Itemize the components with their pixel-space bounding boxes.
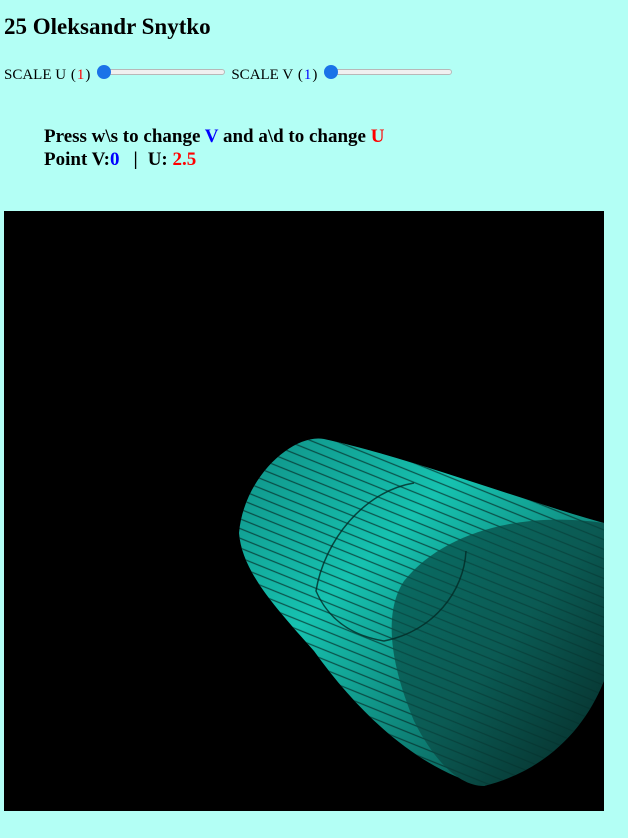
scale-v-slider-thumb[interactable] bbox=[324, 65, 339, 79]
point-u-label: U: bbox=[147, 149, 168, 170]
webgl-canvas[interactable] bbox=[4, 211, 604, 811]
scale-u-value: 1 bbox=[76, 66, 85, 83]
scale-v-value: 1 bbox=[303, 66, 312, 83]
scale-v-slider-track bbox=[324, 69, 453, 75]
u-key-label: U bbox=[370, 126, 385, 147]
scale-u-label: SCALE U bbox=[4, 66, 67, 83]
instructions-panel: Press w\s to change V and a\d to change … bbox=[44, 125, 384, 171]
instructions-line: Press w\s to change V and a\d to change … bbox=[44, 125, 384, 148]
scale-v-slider[interactable] bbox=[324, 63, 453, 81]
instructions-text-b: and a\d to change bbox=[218, 126, 371, 147]
page-title: 25 Oleksandr Snytko bbox=[4, 14, 211, 39]
point-v-value: 0 bbox=[110, 149, 120, 170]
scale-v-control: SCALE V (1) bbox=[231, 63, 453, 84]
point-v-label: Point V: bbox=[44, 149, 110, 170]
instructions-text-a: Press w\s to change bbox=[44, 126, 205, 147]
scale-controls: SCALE U (1) SCALE V (1) bbox=[4, 64, 458, 86]
readout-separator: | bbox=[133, 149, 138, 170]
point-readout: Point V:0 | U: 2.5 bbox=[44, 148, 384, 171]
surface-render bbox=[239, 438, 604, 786]
scale-u-slider-thumb[interactable] bbox=[97, 65, 112, 79]
scale-u-slider[interactable] bbox=[97, 63, 226, 81]
scale-v-label: SCALE V bbox=[231, 66, 294, 83]
scale-u-slider-track bbox=[97, 69, 226, 75]
scale-u-control: SCALE U (1) bbox=[4, 63, 226, 84]
point-u-value: 2.5 bbox=[172, 149, 197, 170]
v-key-label: V bbox=[204, 126, 219, 147]
